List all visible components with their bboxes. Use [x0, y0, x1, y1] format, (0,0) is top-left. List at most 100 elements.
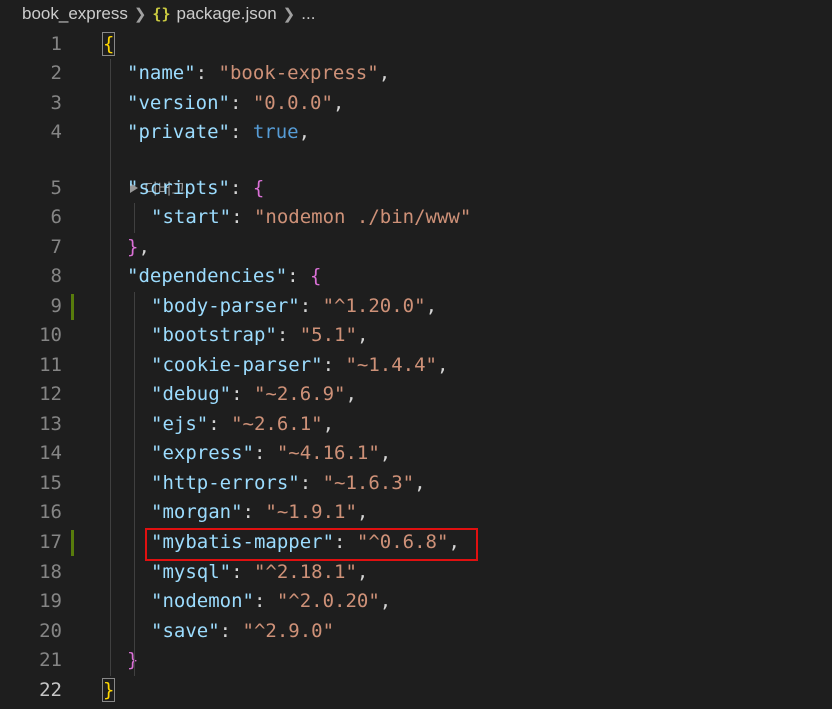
code-text: "name": "book-express", [127, 59, 390, 88]
code-line[interactable]: 3 "version": "0.0.0", [0, 89, 832, 118]
code-line[interactable]: 10 "bootstrap": "5.1", [0, 321, 832, 350]
breadcrumb-ellipsis[interactable]: ... [301, 4, 315, 24]
code-text: "body-parser": "^1.20.0", [151, 292, 437, 321]
code-line[interactable]: 18 "mysql": "^2.18.1", [0, 558, 832, 587]
code-token: : [229, 92, 253, 114]
code-token: "body-parser" [151, 295, 300, 317]
code-token: : [195, 62, 219, 84]
code-line[interactable]: 12 "debug": "~2.6.9", [0, 380, 832, 409]
code-line[interactable]: 6 "start": "nodemon ./bin/www" [0, 203, 832, 232]
code-line[interactable]: 15 "http-errors": "~1.6.3", [0, 469, 832, 498]
code-token: : [229, 121, 253, 143]
code-text: } [101, 676, 116, 705]
code-line[interactable]: 19 "nodemon": "^2.0.20", [0, 587, 832, 616]
line-number: 9 [50, 295, 62, 317]
code-token: : [231, 206, 254, 228]
line-number: 16 [39, 501, 62, 523]
code-text: "bootstrap": "5.1", [151, 321, 368, 350]
code-token: , [322, 413, 335, 435]
line-number: 7 [50, 236, 62, 258]
code-line[interactable]: 5 "scripts": { [0, 174, 832, 203]
code-token: : [276, 324, 300, 346]
line-number: 12 [39, 383, 62, 405]
code-text: "ejs": "~2.6.1", [151, 410, 334, 439]
code-text: "version": "0.0.0", [127, 89, 344, 118]
git-modified-marker[interactable] [71, 530, 74, 556]
code-line[interactable]: 20 "save": "^2.9.0" [0, 617, 832, 646]
code-token: } [101, 678, 116, 702]
breadcrumb-folder[interactable]: book_express [22, 4, 128, 24]
code-token: , [356, 561, 369, 583]
code-token: : [253, 590, 277, 612]
code-text: "express": "~4.16.1", [151, 439, 391, 468]
code-text: "http-errors": "~1.6.3", [151, 469, 426, 498]
code-text: { [101, 30, 116, 59]
git-modified-marker[interactable] [71, 294, 74, 320]
code-line[interactable]: 11 "cookie-parser": "~1.4.4", [0, 351, 832, 380]
code-token: , [138, 236, 150, 258]
code-token: : [299, 295, 323, 317]
code-line[interactable]: 8 "dependencies": { [0, 262, 832, 291]
chevron-right-icon: ❯ [133, 6, 147, 23]
code-token: "private" [127, 121, 230, 143]
code-line[interactable]: 16 "morgan": "~1.9.1", [0, 498, 832, 527]
line-number: 5 [50, 177, 62, 199]
code-token: "0.0.0" [252, 92, 333, 114]
line-number: 1 [50, 33, 62, 55]
code-line[interactable]: 9 "body-parser": "^1.20.0", [0, 292, 832, 321]
code-text: "debug": "~2.6.9", [151, 380, 357, 409]
code-token: : [208, 413, 232, 435]
code-token: , [425, 295, 438, 317]
code-line[interactable]: 14 "express": "~4.16.1", [0, 439, 832, 468]
code-token: "express" [151, 442, 254, 464]
code-text: "morgan": "~1.9.1", [151, 498, 368, 527]
code-token: { [310, 265, 322, 287]
line-number: 8 [50, 265, 62, 287]
code-token: "bootstrap" [151, 324, 277, 346]
code-line[interactable]: 22} [0, 676, 832, 705]
code-token: "dependencies" [127, 265, 288, 287]
code-text: }, [127, 233, 150, 262]
line-number: 10 [39, 324, 62, 346]
line-number: 22 [39, 679, 62, 701]
breadcrumb-file[interactable]: package.json [176, 4, 276, 24]
code-token: "^2.0.20" [276, 590, 380, 612]
code-token: } [127, 236, 139, 258]
line-number: 20 [39, 620, 62, 642]
code-token: "http-errors" [151, 472, 300, 494]
code-token: : [219, 620, 243, 642]
chevron-right-icon: ❯ [282, 6, 296, 23]
code-editor[interactable]: 디버그 1{2 "name": "book-express", 3 "version"… [0, 30, 832, 709]
code-token: { [252, 177, 265, 199]
code-token: , [379, 590, 392, 612]
code-token: "debug" [151, 383, 232, 405]
code-line[interactable]: 13 "ejs": "~2.6.1", [0, 410, 832, 439]
code-line[interactable]: 21} [0, 646, 832, 675]
code-line[interactable]: 2 "name": "book-express", [0, 59, 832, 88]
code-token: : [253, 442, 277, 464]
line-number: 18 [39, 561, 62, 583]
code-token: , [356, 324, 369, 346]
code-token: : [229, 177, 253, 199]
code-token: "ejs" [151, 413, 209, 435]
code-text: "nodemon": "^2.0.20", [151, 587, 391, 616]
code-token: "morgan" [151, 501, 243, 523]
line-number: 4 [50, 121, 62, 143]
code-line[interactable]: 7}, [0, 233, 832, 262]
code-token: "scripts" [127, 177, 230, 199]
line-number: 2 [50, 62, 62, 84]
indent-guide [134, 292, 135, 676]
code-token: , [379, 442, 392, 464]
code-text: "dependencies": { [127, 262, 322, 291]
code-token: , [437, 354, 449, 376]
code-token: : [287, 265, 311, 287]
line-number: 19 [39, 590, 62, 612]
code-token: "5.1" [299, 324, 357, 346]
code-token: "~1.6.3" [322, 472, 415, 494]
code-token: "~1.4.4" [345, 354, 437, 376]
code-line[interactable]: 1{ [0, 30, 832, 59]
code-token: , [332, 92, 345, 114]
indent-guide [110, 59, 111, 676]
code-line[interactable]: 4 "private": true, [0, 118, 832, 147]
code-token: , [298, 121, 311, 143]
